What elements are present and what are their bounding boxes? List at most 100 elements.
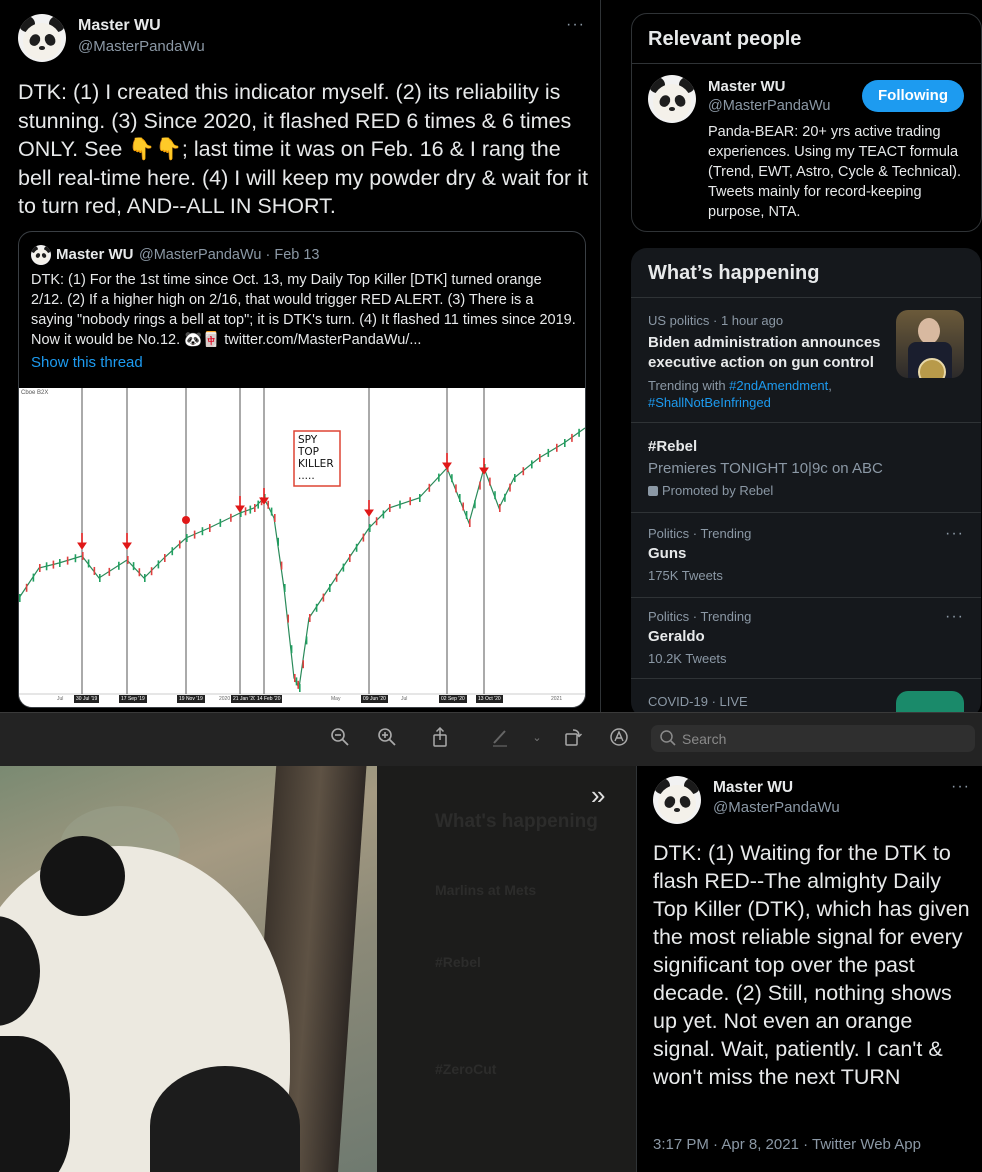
candle xyxy=(193,530,196,539)
candle xyxy=(462,502,464,511)
candle xyxy=(419,494,421,502)
avatar[interactable] xyxy=(653,776,701,824)
quoted-tweet[interactable]: Master WU @MasterPandaWu · Feb 13 DTK: (… xyxy=(18,231,586,708)
candle xyxy=(249,505,252,514)
share-icon[interactable] xyxy=(429,726,451,749)
trend-meta: US politics · 1 hour ago xyxy=(648,313,784,328)
second-tweet[interactable]: Master WU @MasterPandaWu ··· DTK: (1) Wa… xyxy=(636,766,982,1172)
trend-item-guns[interactable]: Politics · Trending Guns 175K Tweets ··· xyxy=(631,513,981,597)
candle xyxy=(93,566,96,575)
candle xyxy=(297,680,299,689)
relevant-handle[interactable]: @MasterPandaWu xyxy=(708,98,830,114)
author-handle[interactable]: @MasterPandaWu xyxy=(78,38,205,55)
chart-date-label: 30 Jul '19 xyxy=(74,695,100,703)
chart-title-box: SPY TOP KILLER ..... xyxy=(298,434,334,482)
candle xyxy=(564,439,566,447)
chart-axis-label: May xyxy=(331,696,341,702)
candle xyxy=(571,433,573,442)
candle xyxy=(489,477,491,486)
candle xyxy=(219,518,222,527)
candle xyxy=(127,556,129,564)
candle xyxy=(399,500,401,509)
candle xyxy=(451,474,453,483)
trend-item-geraldo[interactable]: Politics · Trending Geraldo 10.2K Tweets… xyxy=(631,598,981,678)
collapse-chevron-icon[interactable]: » xyxy=(591,780,605,811)
more-icon[interactable]: ··· xyxy=(566,16,585,34)
author-name[interactable]: Master WU xyxy=(713,779,793,797)
candle xyxy=(504,493,506,502)
trend-title: Geraldo xyxy=(648,628,705,645)
more-icon[interactable]: ··· xyxy=(945,608,964,626)
candle xyxy=(157,560,160,569)
avatar[interactable] xyxy=(18,14,66,62)
candle xyxy=(438,473,440,482)
candle xyxy=(329,584,331,592)
candle xyxy=(108,567,111,576)
candle xyxy=(342,563,345,572)
candle xyxy=(362,533,365,542)
chart-axis-label: 2020 xyxy=(219,696,231,702)
candle xyxy=(459,494,461,502)
rotate-icon[interactable] xyxy=(562,727,584,749)
chart-label-2: TOP xyxy=(298,446,320,458)
chart-date-label: 19 Nov '19 xyxy=(177,695,205,703)
candle xyxy=(25,583,28,592)
author-name[interactable]: Master WU xyxy=(78,17,161,35)
zoom-in-icon[interactable] xyxy=(376,727,398,749)
quote-author-name: Master WU xyxy=(56,246,134,263)
candle xyxy=(45,562,48,571)
candle xyxy=(254,504,256,512)
candle xyxy=(382,510,385,519)
quote-handle-date: @MasterPandaWu · Feb 13 xyxy=(139,247,320,263)
trend-item-rebel[interactable]: #Rebel Premieres TONIGHT 10|9c on ABC Pr… xyxy=(631,423,981,512)
search-field[interactable]: Search xyxy=(651,725,975,752)
tweet-timestamp[interactable]: 3:17 PM · Apr 8, 2021 · Twitter Web App xyxy=(653,1136,921,1153)
markup-pen-icon[interactable] xyxy=(489,727,511,749)
trend-title: #Rebel xyxy=(648,438,698,455)
show-thread-link[interactable]: Show this thread xyxy=(31,354,143,371)
hashtag-link[interactable]: #ShallNotBeInfringed xyxy=(648,395,771,410)
candle xyxy=(59,559,61,567)
chevron-down-icon[interactable]: ⌄ xyxy=(526,727,548,749)
relevant-avatar[interactable] xyxy=(648,75,696,123)
ghost-line: #Rebel xyxy=(435,954,481,970)
candle xyxy=(132,562,135,571)
candle xyxy=(171,547,174,556)
candle xyxy=(230,513,232,522)
candle xyxy=(150,567,153,576)
candle xyxy=(290,645,293,654)
candle xyxy=(270,507,273,516)
candle xyxy=(514,474,516,482)
chart-date-label: 21 Jan '20 xyxy=(231,695,258,703)
candle xyxy=(52,560,55,569)
candle xyxy=(547,448,550,457)
candle xyxy=(499,504,501,512)
author-handle[interactable]: @MasterPandaWu xyxy=(713,799,840,816)
chart-label-3: KILLER xyxy=(298,458,334,470)
trend-item-biden[interactable]: US politics · 1 hour ago Biden administr… xyxy=(631,298,981,422)
happening-title: What’s happening xyxy=(648,262,820,284)
following-button[interactable]: Following xyxy=(862,80,964,112)
quote-text: DTK: (1) For the 1st time since Oct. 13,… xyxy=(31,272,576,348)
chart-date-label: 09 Jun '20 xyxy=(361,695,388,703)
relevant-name[interactable]: Master WU xyxy=(708,78,786,95)
chart-axis-label: 2021 xyxy=(551,696,563,702)
candle xyxy=(349,554,351,562)
candle xyxy=(578,428,580,437)
tweet-text: DTK: (1) Waiting for the DTK to flash RE… xyxy=(653,841,970,1089)
markup-icon[interactable] xyxy=(608,727,630,749)
search-placeholder: Search xyxy=(682,731,727,747)
zoom-out-icon[interactable] xyxy=(329,727,351,749)
trend-meta: COVID-19 · LIVE xyxy=(648,694,748,709)
more-icon[interactable]: ··· xyxy=(951,778,970,796)
candle xyxy=(294,674,296,682)
more-icon[interactable]: ··· xyxy=(945,525,964,543)
candle xyxy=(87,559,90,568)
chart-date-label: 02 Sep '20 xyxy=(439,695,467,703)
candle xyxy=(284,584,286,592)
hashtag-link[interactable]: #2ndAmendment xyxy=(729,378,828,393)
candle xyxy=(74,554,77,563)
candle xyxy=(322,593,325,602)
main-tweet[interactable]: Master WU @MasterPandaWu ··· DTK: (1) I … xyxy=(0,0,601,712)
ghost-line: Marlins at Mets xyxy=(435,882,537,898)
